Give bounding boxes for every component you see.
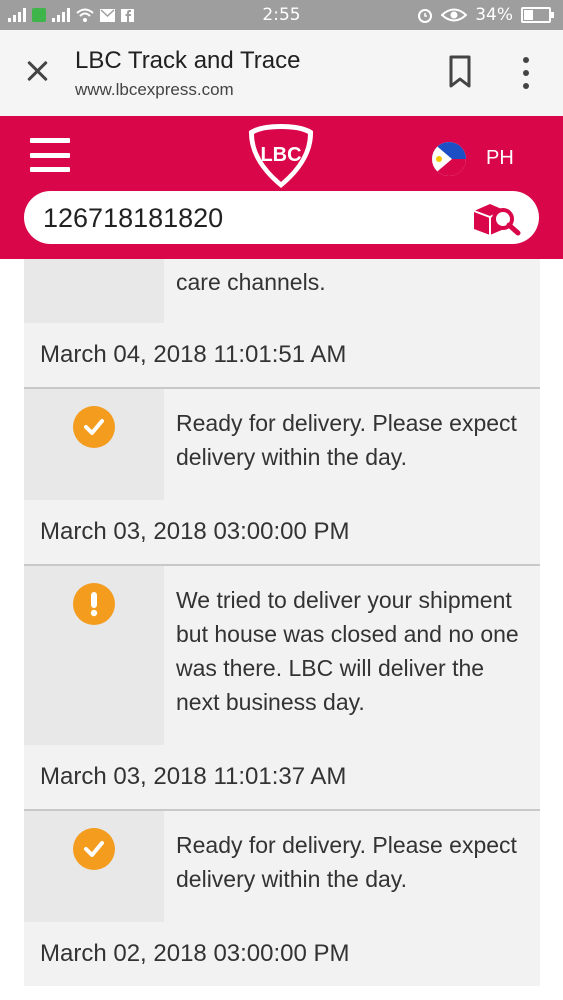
status-description: Ready for delivery. Please expect delive… <box>176 832 517 892</box>
status-icons-right: 34% <box>417 5 554 25</box>
menu-icon[interactable] <box>30 138 70 172</box>
status-description: We tried to deliver your shipment but ho… <box>176 587 519 715</box>
status-description: Ready for delivery. Please expect delive… <box>176 410 517 470</box>
bookmark-icon[interactable] <box>449 55 471 89</box>
close-icon[interactable] <box>22 56 52 86</box>
page-title: LBC Track and Trace <box>75 47 301 74</box>
browser-toolbar: LBC Track and Trace www.lbcexpress.com <box>0 30 563 117</box>
more-options-icon[interactable] <box>520 57 532 89</box>
alarm-icon <box>418 9 433 23</box>
philippines-flag-icon[interactable] <box>432 142 466 176</box>
status-date: March 03, 2018 03:00:00 PM <box>24 500 540 564</box>
check-circle-icon <box>73 406 115 448</box>
partial-status-entry: care channels. <box>24 259 540 323</box>
tracking-timeline: care channels. March 04, 2018 11:01:51 A… <box>24 259 540 986</box>
country-code[interactable]: PH <box>486 147 514 170</box>
battery-percent: 34% <box>475 5 513 25</box>
track-package-search-icon[interactable] <box>470 199 522 237</box>
tracking-search-box <box>24 191 539 244</box>
battery-icon <box>521 7 554 23</box>
status-bar: 2:55 34% <box>0 0 563 30</box>
tracking-number-input[interactable] <box>43 201 463 235</box>
eye-icon <box>441 8 468 22</box>
site-header: LBC PH <box>0 116 563 259</box>
warning-circle-icon <box>73 583 115 625</box>
status-entry: We tried to deliver your shipment but ho… <box>24 564 540 745</box>
battery-level <box>524 10 533 20</box>
status-icon-cell <box>24 259 164 323</box>
status-description: care channels. <box>176 269 326 295</box>
status-date: March 03, 2018 11:01:37 AM <box>24 745 540 809</box>
page-url: www.lbcexpress.com <box>75 80 234 99</box>
status-date: March 04, 2018 11:01:51 AM <box>24 323 540 387</box>
check-circle-icon <box>73 828 115 870</box>
lbc-logo[interactable]: LBC <box>246 121 316 191</box>
status-entry: Ready for delivery. Please expect delive… <box>24 809 540 922</box>
logo-text: LBC <box>260 144 301 166</box>
status-entry: Ready for delivery. Please expect delive… <box>24 387 540 500</box>
status-date: March 02, 2018 03:00:00 PM <box>24 922 540 986</box>
